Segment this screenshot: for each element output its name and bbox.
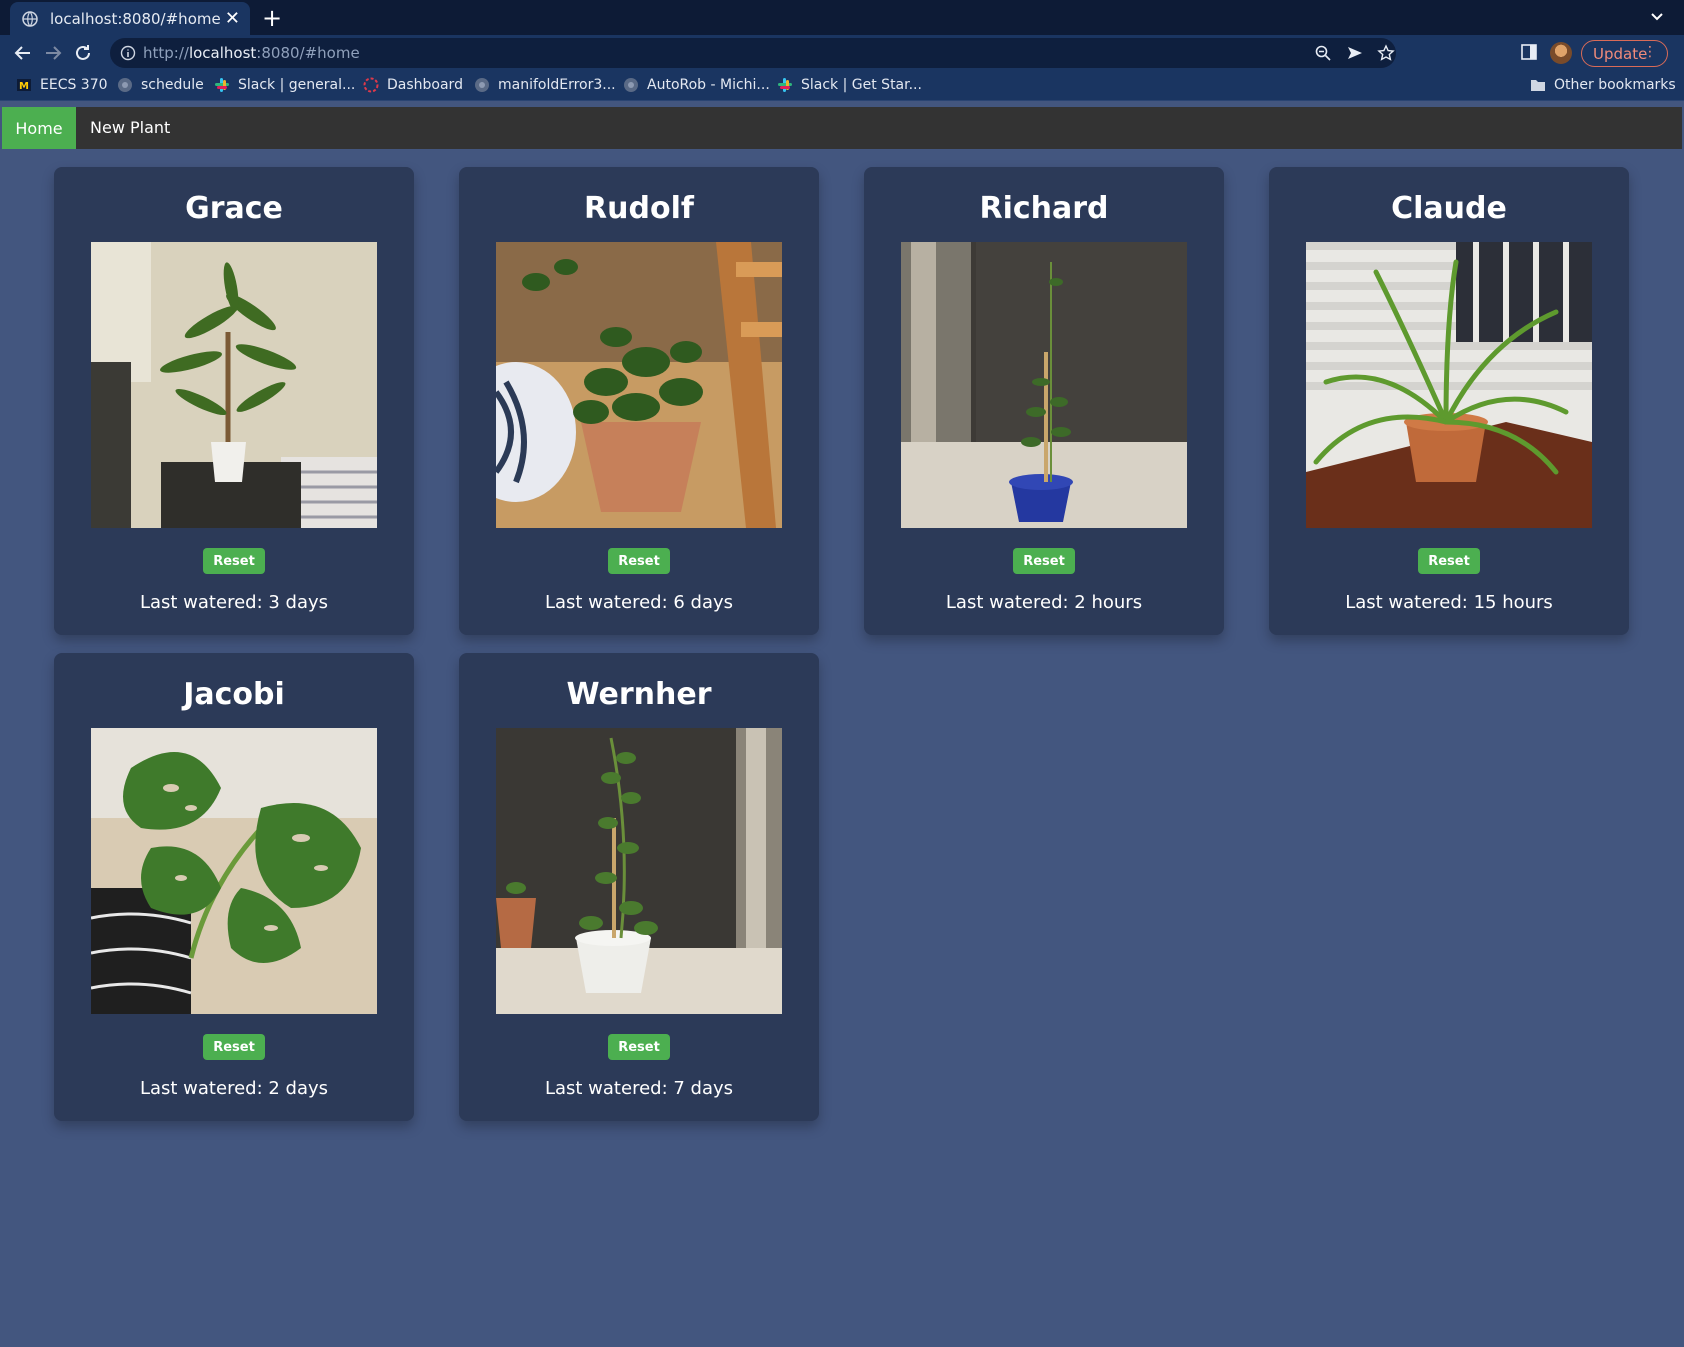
slack-icon <box>215 78 229 92</box>
close-tab-icon[interactable]: ✕ <box>225 9 240 28</box>
bookmark-label: Slack | Get Star... <box>801 77 922 93</box>
reset-button[interactable]: Reset <box>608 1034 670 1060</box>
jade-plant-image <box>496 242 782 528</box>
address-bar[interactable]: http://localhost:8080/#home <box>110 38 1396 68</box>
bookmark-autorob[interactable]: AutoRob - Michi... <box>623 77 770 93</box>
reset-button[interactable]: Reset <box>203 1034 265 1060</box>
tab-title: localhost:8080/#home <box>50 9 221 28</box>
send-icon[interactable] <box>1346 44 1364 62</box>
reset-button[interactable]: Reset <box>1418 548 1480 574</box>
reset-button[interactable]: Reset <box>608 548 670 574</box>
other-bookmarks-label: Other bookmarks <box>1554 77 1676 93</box>
dashboard-icon <box>363 77 379 93</box>
plant-photo <box>91 728 377 1014</box>
bookmark-label: schedule <box>141 77 204 93</box>
reload-icon[interactable] <box>72 42 94 64</box>
menu-dots-icon: ⋮ <box>1643 44 1657 60</box>
plant-photo <box>901 242 1187 528</box>
reset-button[interactable]: Reset <box>1013 548 1075 574</box>
bookmark-label: Slack | general... <box>238 77 356 93</box>
zoom-icon[interactable] <box>1314 44 1332 62</box>
url-path: :8080/#home <box>256 44 360 62</box>
update-button[interactable]: Update ⋮ <box>1581 40 1668 67</box>
last-watered-text: Last watered: 15 hours <box>1345 592 1553 613</box>
bookmark-label: AutoRob - Michi... <box>647 77 770 93</box>
bookmark-manifold-error[interactable]: manifoldError3... <box>474 77 616 93</box>
browser-toolbar: http://localhost:8080/#home <box>0 35 1684 71</box>
reset-button[interactable]: Reset <box>203 548 265 574</box>
money-tree-image <box>91 242 377 528</box>
app-nav-bar: Home New Plant <box>2 107 1682 149</box>
bookmark-slack-general[interactable]: Slack | general... <box>214 77 355 93</box>
tab-search-chevron-icon[interactable] <box>1648 8 1666 26</box>
profile-avatar[interactable] <box>1550 42 1572 64</box>
globe-icon <box>118 78 132 92</box>
forward-arrow-icon[interactable] <box>42 42 64 64</box>
globe-icon <box>475 78 489 92</box>
browser-tab-strip: localhost:8080/#home ✕ + <box>0 0 1684 35</box>
update-label: Update <box>1593 44 1648 63</box>
plant-photo <box>496 728 782 1014</box>
plant-card-claude: Claude Reset Last watered: 15 hours <box>1269 167 1629 635</box>
plant-card-jacobi: Jacobi Reset Last watered: 2 days <box>54 653 414 1121</box>
plant-photo <box>91 242 377 528</box>
plant-name: Jacobi <box>183 677 285 712</box>
side-panel-icon[interactable] <box>1519 42 1539 62</box>
bookmark-star-icon[interactable] <box>1377 44 1395 62</box>
folder-icon <box>1531 80 1545 91</box>
plant-name: Grace <box>185 191 283 226</box>
url-text: http://localhost:8080/#home <box>143 44 360 62</box>
bookmark-eecs-370[interactable]: M EECS 370 <box>16 77 108 93</box>
plant-card-richard: Richard Reset Last watered: 2 hours <box>864 167 1224 635</box>
bookmarks-bar: M EECS 370 schedule Slack | general... D… <box>0 71 1684 101</box>
bookmark-label: Dashboard <box>387 77 463 93</box>
hoya-window-image <box>901 242 1187 528</box>
browser-tab[interactable]: localhost:8080/#home ✕ <box>10 2 250 35</box>
site-info-icon[interactable] <box>120 45 136 61</box>
plant-photo <box>1306 242 1592 528</box>
url-scheme: http:// <box>143 44 189 62</box>
plant-photo <box>496 242 782 528</box>
plant-name: Wernher <box>566 677 712 712</box>
bookmark-slack-get-started[interactable]: Slack | Get Star... <box>777 77 922 93</box>
globe-icon <box>624 78 638 92</box>
last-watered-text: Last watered: 3 days <box>139 592 329 613</box>
url-host: localhost <box>188 44 257 62</box>
new-tab-icon[interactable]: + <box>262 3 282 33</box>
svg-text:M: M <box>19 81 29 92</box>
bookmark-schedule[interactable]: schedule <box>117 77 204 93</box>
bookmark-label: EECS 370 <box>40 77 108 93</box>
last-watered-text: Last watered: 2 hours <box>945 592 1143 613</box>
plant-name: Richard <box>979 191 1109 226</box>
last-watered-text: Last watered: 2 days <box>139 1078 329 1099</box>
plant-name: Rudolf <box>584 191 694 226</box>
michigan-icon: M <box>17 79 31 92</box>
hoya-pot-image <box>496 728 782 1014</box>
slack-icon <box>778 78 792 92</box>
bookmark-label: manifoldError3... <box>498 77 616 93</box>
plant-card-rudolf: Rudolf Reset Last watered: 6 days <box>459 167 819 635</box>
last-watered-text: Last watered: 7 days <box>544 1078 734 1099</box>
plant-card-grace: Grace Reset Last watered: 3 days <box>54 167 414 635</box>
back-arrow-icon[interactable] <box>12 42 34 64</box>
nav-new-plant[interactable]: New Plant <box>90 118 170 137</box>
other-bookmarks[interactable]: Other bookmarks <box>1530 77 1676 93</box>
spider-plant-image <box>1306 242 1592 528</box>
plant-card-wernher: Wernher Reset Last watered: 7 days <box>459 653 819 1121</box>
plant-name: Claude <box>1391 191 1507 226</box>
globe-icon <box>22 10 38 27</box>
monstera-image <box>91 728 377 1014</box>
bookmark-dashboard[interactable]: Dashboard <box>363 77 463 93</box>
nav-home[interactable]: Home <box>2 107 76 149</box>
last-watered-text: Last watered: 6 days <box>544 592 734 613</box>
